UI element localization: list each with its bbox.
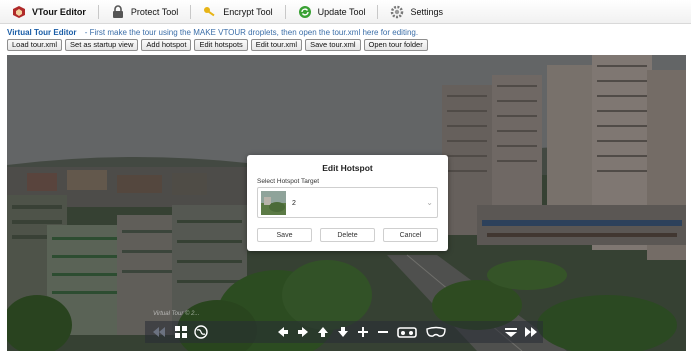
menu-item-label: Update Tool xyxy=(317,6,366,17)
edit-hotspot-dialog: Edit Hotspot Select Hotspot Target 2 ⌄ S… xyxy=(247,155,448,251)
key-icon xyxy=(204,6,215,16)
cancel-button[interactable]: Cancel xyxy=(383,228,438,242)
menu-settings[interactable]: Settings xyxy=(384,2,453,22)
hide-controls-icon[interactable] xyxy=(503,324,519,340)
set-startup-view-button[interactable]: Set as startup view xyxy=(65,39,139,51)
menu-item-label: VTour Editor xyxy=(32,6,86,17)
arrow-up-icon[interactable] xyxy=(315,324,331,340)
menu-item-label: Protect Tool xyxy=(130,6,179,17)
info-title: Virtual Tour Editor xyxy=(7,28,77,37)
menu-vtour-editor[interactable]: VTour Editor xyxy=(6,2,96,22)
delete-button[interactable]: Delete xyxy=(320,228,375,242)
add-hotspot-button[interactable]: Add hotspot xyxy=(141,39,192,51)
lock-icon xyxy=(112,4,123,18)
viewer-watermark: Virtual Tour © 2... xyxy=(153,311,200,317)
dialog-title: Edit Hotspot xyxy=(322,163,373,173)
menu-divider xyxy=(97,4,99,19)
update-icon xyxy=(298,5,311,18)
vtour-logo-icon xyxy=(13,5,25,18)
edit-tour-xml-button[interactable]: Edit tour.xml xyxy=(250,39,303,51)
load-tour-button[interactable]: Load tour.xml xyxy=(7,39,63,51)
gear-icon xyxy=(391,5,404,18)
mask-icon[interactable] xyxy=(425,324,447,340)
globe-icon[interactable] xyxy=(193,324,209,340)
menu-item-label: Settings xyxy=(410,6,443,17)
menu-protect-tool[interactable]: Protect Tool xyxy=(105,2,188,22)
viewer-control-bar xyxy=(145,321,543,343)
zoom-out-icon[interactable] xyxy=(375,324,391,340)
skip-back-icon[interactable] xyxy=(151,324,167,340)
editor-toolbar: Load tour.xml Set as startup view Add ho… xyxy=(7,39,428,51)
arrow-right-icon[interactable] xyxy=(295,324,311,340)
zoom-in-icon[interactable] xyxy=(355,324,371,340)
arrow-down-icon[interactable] xyxy=(335,324,351,340)
menu-divider xyxy=(190,4,192,19)
selected-target-value: 2 xyxy=(292,200,296,207)
hotspot-target-select[interactable]: 2 ⌄ xyxy=(257,187,438,218)
edit-hotspots-button[interactable]: Edit hotspots xyxy=(194,39,248,51)
info-text: - First make the tour using the MAKE VTO… xyxy=(84,28,419,37)
scene-thumbnail xyxy=(261,191,286,215)
save-button[interactable]: Save xyxy=(257,228,312,242)
menu-update-tool[interactable]: Update Tool xyxy=(292,2,376,22)
thumbnails-icon[interactable] xyxy=(173,324,189,340)
skip-forward-icon[interactable] xyxy=(523,324,539,340)
arrow-left-icon[interactable] xyxy=(275,324,291,340)
save-tour-xml-button[interactable]: Save tour.xml xyxy=(305,39,361,51)
menu-encrypt-tool[interactable]: Encrypt Tool xyxy=(197,2,282,22)
top-menu-bar: VTour Editor Protect Tool Encrypt Tool U… xyxy=(0,0,691,24)
open-tour-folder-button[interactable]: Open tour folder xyxy=(363,39,428,51)
menu-item-label: Encrypt Tool xyxy=(223,6,273,17)
vr-icon[interactable] xyxy=(397,324,417,340)
menu-divider xyxy=(377,4,379,19)
info-line: Virtual Tour Editor - First make the tou… xyxy=(7,28,418,37)
chevron-down-icon: ⌄ xyxy=(426,198,433,207)
hotspot-target-label: Select Hotspot Target xyxy=(257,178,320,185)
menu-divider xyxy=(284,4,286,19)
